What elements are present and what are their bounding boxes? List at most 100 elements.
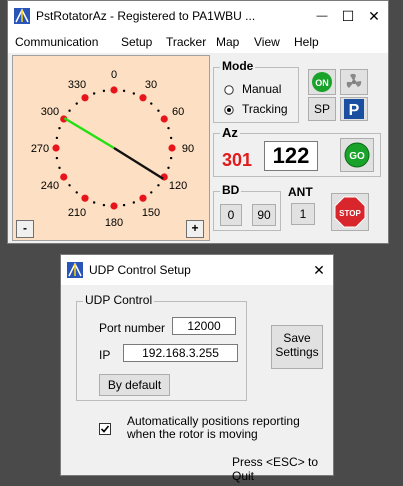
dial-degree-label: 330 <box>68 79 86 91</box>
manual-label[interactable]: Manual <box>242 82 281 96</box>
save-label: Save <box>283 331 311 345</box>
svg-text:P: P <box>349 102 360 119</box>
park-button[interactable]: P <box>340 97 368 121</box>
azimuth-dial[interactable]: 0 30 60 90 120 150 180 210 240 270 300 330 <box>13 56 209 240</box>
on-button[interactable]: ON <box>308 69 336 95</box>
menu-communication[interactable]: Communication <box>15 35 98 49</box>
dial-degree-label: 60 <box>172 106 184 118</box>
svg-text:ON: ON <box>315 78 329 88</box>
dial-minor-dot <box>102 203 106 207</box>
dial-major-dot <box>81 194 89 202</box>
dial-minor-dot <box>55 156 59 160</box>
maximize-button[interactable]: ☐ <box>334 1 362 31</box>
bd-0-button[interactable]: 0 <box>220 204 242 226</box>
dial-minor-dot <box>55 136 59 140</box>
dial-minor-dot <box>68 109 71 112</box>
tracking-radio[interactable] <box>224 105 234 115</box>
dial-minor-dot <box>150 191 153 194</box>
go-icon: GO <box>344 142 370 168</box>
fan-button[interactable] <box>340 69 368 95</box>
udp-window-title: UDP Control Setup <box>89 263 191 277</box>
dial-major-dot <box>139 94 147 102</box>
go-button[interactable]: GO <box>340 138 374 172</box>
rotator-window: PstRotatorAz - Registered to PA1WBU ... … <box>7 0 389 244</box>
port-field[interactable]: 12000 <box>172 317 236 335</box>
dial-degree-label: 90 <box>182 143 194 155</box>
current-bearing-needle <box>113 146 164 180</box>
dial-major-dot <box>160 115 168 123</box>
dial-minor-dot <box>132 201 136 204</box>
dial-degree-label: 150 <box>142 207 160 219</box>
dial-degree-label: 0 <box>111 69 117 81</box>
auto-report-label[interactable]: Automatically positions reporting when t… <box>127 415 300 441</box>
sp-button[interactable]: SP <box>308 97 336 121</box>
mode-group: Mode Manual Tracking <box>213 59 299 123</box>
zoom-out-button[interactable]: - <box>16 220 34 238</box>
dial-degree-label: 30 <box>145 79 157 91</box>
bd-title: BD <box>220 183 242 197</box>
menu-setup[interactable]: Setup <box>121 35 152 49</box>
udp-close-button[interactable]: ✕ <box>305 255 333 285</box>
manual-radio[interactable] <box>224 85 234 95</box>
dial-degree-label: 270 <box>31 143 49 155</box>
menu-map[interactable]: Map <box>216 35 239 49</box>
ip-field[interactable]: 192.168.3.255 <box>123 344 238 362</box>
dial-minor-dot <box>157 109 160 112</box>
dial-degree-label: 120 <box>169 180 187 192</box>
parking-icon: P <box>344 99 364 119</box>
auto-report-checkbox[interactable] <box>99 423 111 435</box>
az-group: Az 301 122 GO <box>213 125 381 177</box>
ant-title: ANT <box>288 185 313 199</box>
save-settings-button[interactable]: Save Settings <box>271 325 323 369</box>
dial-minor-dot <box>157 184 160 187</box>
dial-minor-dot <box>122 203 126 207</box>
dial-major-dot <box>81 94 89 102</box>
dial-minor-dot <box>68 184 71 187</box>
udp-control-group: UDP Control Port number 12000 IP 192.168… <box>76 293 247 401</box>
azimuth-dial-panel[interactable]: 0 30 60 90 120 150 180 210 240 270 300 330 - + <box>12 55 210 241</box>
dial-minor-dot <box>92 92 96 95</box>
dial-minor-dot <box>92 201 96 204</box>
app-icon <box>14 8 30 24</box>
menu-bar: Communication Setup Tracker Map View Hel… <box>8 31 388 53</box>
fan-icon <box>346 74 362 88</box>
bd-90-button[interactable]: 90 <box>252 204 276 226</box>
dial-minor-dot <box>132 92 136 95</box>
udp-title-bar[interactable]: UDP Control Setup ✕ <box>61 255 333 285</box>
settings-label: Settings <box>275 345 319 359</box>
menu-help[interactable]: Help <box>294 35 319 49</box>
auto-report-line2: when the rotor is moving <box>127 427 258 441</box>
dial-major-dot <box>60 173 68 181</box>
tracking-label[interactable]: Tracking <box>242 102 288 116</box>
dial-degree-label: 300 <box>41 106 59 118</box>
dial-minor-dot <box>58 126 61 130</box>
svg-text:STOP: STOP <box>339 209 361 218</box>
stop-button[interactable]: STOP <box>331 193 369 231</box>
window-title: PstRotatorAz - Registered to PA1WBU ... <box>36 9 256 23</box>
az-title: Az <box>220 125 240 140</box>
target-azimuth: 301 <box>222 150 253 170</box>
title-bar[interactable]: PstRotatorAz - Registered to PA1WBU ... … <box>8 1 388 31</box>
target-bearing-needle <box>63 117 115 150</box>
dial-minor-dot <box>122 89 126 93</box>
dial-minor-dot <box>58 166 61 170</box>
dial-degree-label: 210 <box>68 207 86 219</box>
zoom-in-button[interactable]: + <box>186 220 204 238</box>
dial-minor-dot <box>167 166 170 170</box>
ant-1-button[interactable]: 1 <box>291 203 315 225</box>
dial-degree-label: 180 <box>105 217 123 229</box>
udp-dialog: UDP Control Setup ✕ UDP Control Port num… <box>60 254 334 483</box>
minimize-button[interactable]: — <box>308 1 336 31</box>
menu-view[interactable]: View <box>254 35 280 49</box>
dial-minor-dot <box>169 156 173 160</box>
menu-tracker[interactable]: Tracker <box>166 35 206 49</box>
dial-minor-dot <box>102 89 106 93</box>
mode-title: Mode <box>220 59 256 73</box>
by-default-button[interactable]: By default <box>99 374 170 396</box>
ip-label: IP <box>99 348 111 362</box>
close-button[interactable]: ✕ <box>360 1 388 31</box>
dial-major-dot <box>52 144 60 152</box>
dial-minor-dot <box>169 136 173 140</box>
bd-group: BD 0 90 <box>213 183 281 231</box>
dial-minor-dot <box>75 102 78 105</box>
